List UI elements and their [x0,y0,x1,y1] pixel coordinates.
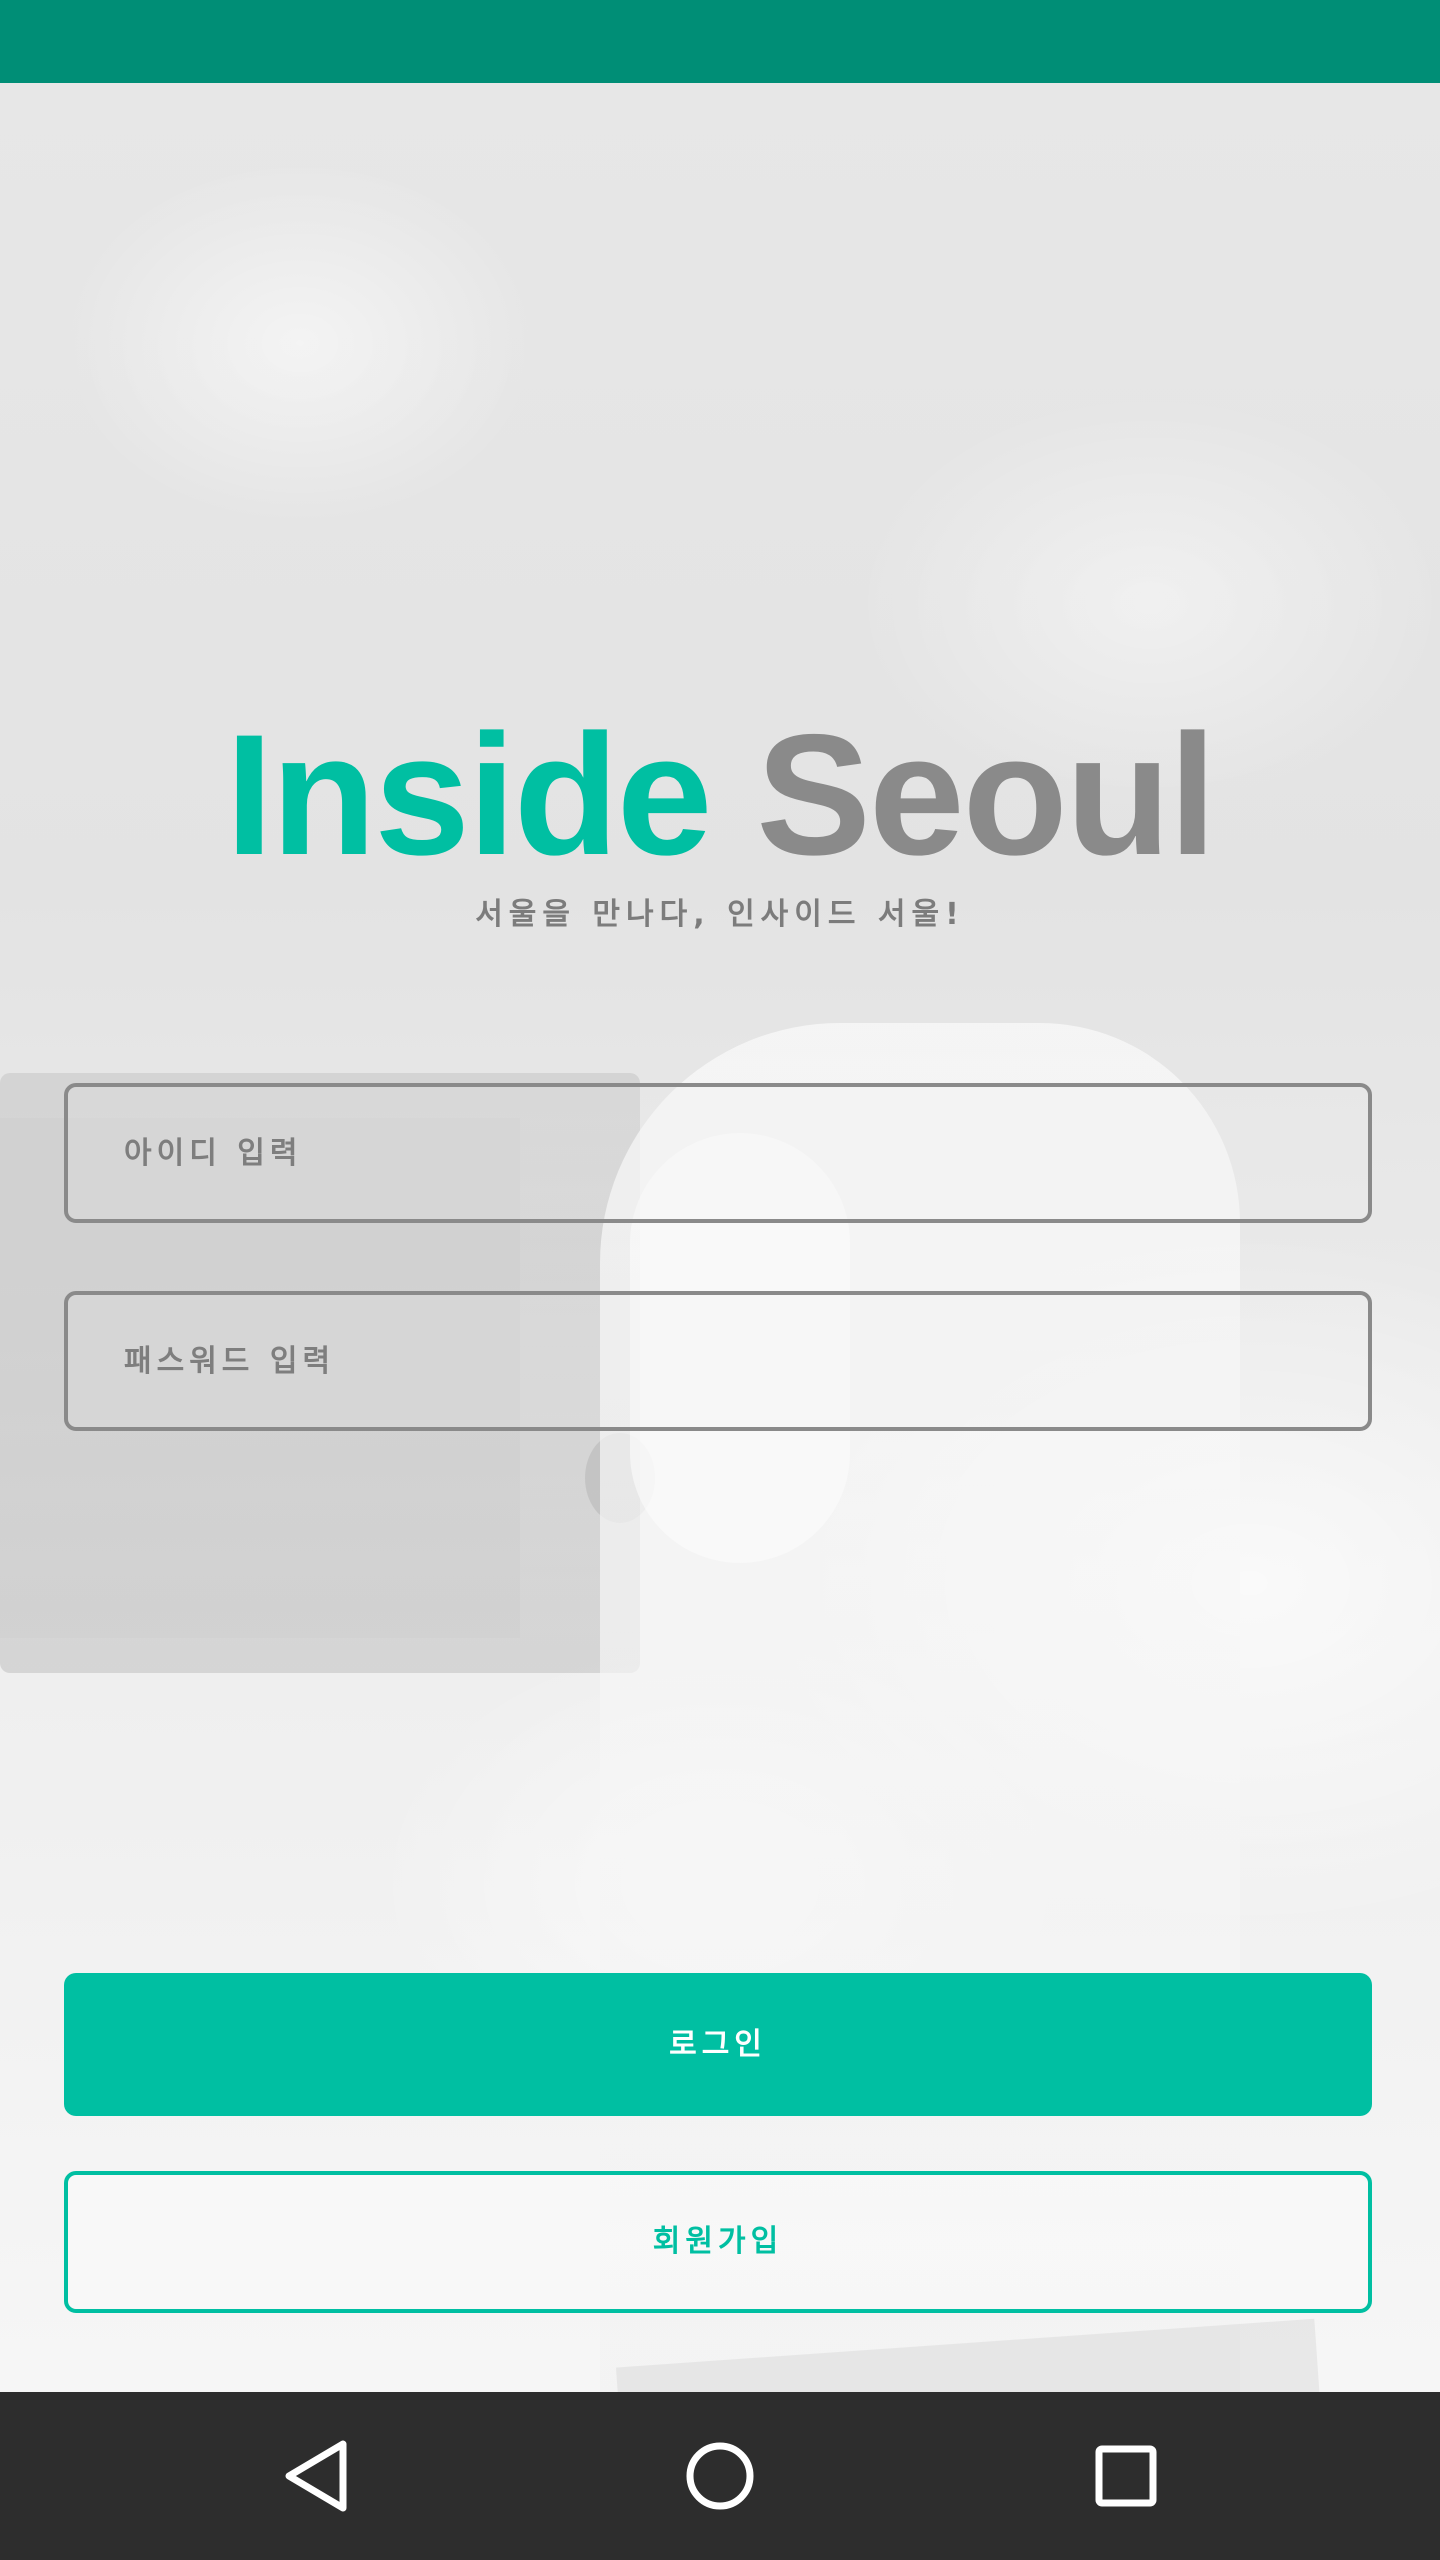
home-circle-icon [686,2442,754,2510]
app-tagline: 서울을 만나다, 인사이드 서울! [475,897,965,932]
recent-apps-square-icon [1095,2445,1157,2507]
nav-home-button[interactable] [640,2392,800,2560]
app-title-word-seoul: Seoul [756,699,1216,891]
signup-button[interactable]: 회원가입 [64,2171,1372,2313]
app-title: Inside Seoul [0,700,1440,890]
back-triangle-icon [285,2440,347,2512]
password-input[interactable] [64,1291,1372,1431]
nav-back-button[interactable] [236,2392,396,2560]
status-bar [0,0,1440,83]
navigation-bar [0,2392,1440,2560]
app-title-word-inside: Inside [225,699,712,891]
login-button[interactable]: 로그인 [64,1973,1372,2116]
nav-recent-apps-button[interactable] [1046,2392,1206,2560]
id-input[interactable] [64,1083,1372,1223]
